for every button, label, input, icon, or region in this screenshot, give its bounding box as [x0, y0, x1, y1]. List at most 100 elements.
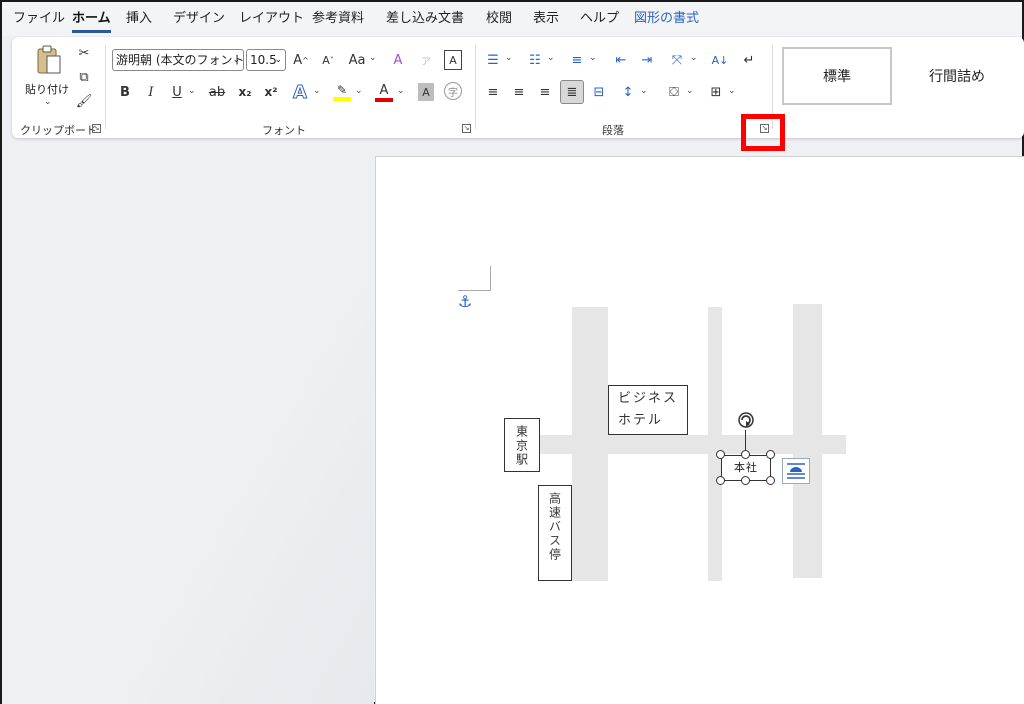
document-background — [2, 156, 374, 704]
chevron-down-icon: ⌄ — [232, 55, 240, 65]
font-color-letter: A — [379, 82, 389, 98]
resize-handle[interactable] — [716, 476, 725, 485]
group-separator — [105, 45, 106, 129]
align-center-icon[interactable]: ≡ — [510, 82, 528, 102]
sort-icon[interactable]: A↓ — [710, 50, 730, 70]
chevron-down-icon[interactable]: ⌄ — [728, 86, 736, 96]
resize-handle[interactable] — [741, 450, 750, 459]
chevron-down-icon[interactable]: ⌄ — [397, 86, 405, 96]
resize-handle[interactable] — [716, 450, 725, 459]
tab-mailings[interactable]: 差し込み文書 — [386, 11, 464, 33]
clipboard-dialog-launcher-icon[interactable]: ↘ — [92, 124, 101, 133]
tab-help[interactable]: ヘルプ — [580, 11, 619, 33]
margin-marker — [490, 266, 491, 291]
tab-layout[interactable]: レイアウト — [239, 11, 304, 33]
bold-icon[interactable]: B — [116, 82, 134, 102]
show-formatting-icon[interactable]: ↵ — [740, 50, 758, 70]
grow-font-icon[interactable]: A ^ — [292, 50, 310, 70]
shading-icon[interactable]: ⛋ — [664, 82, 684, 102]
paragraph-group-label: 段落 — [602, 124, 624, 137]
resize-handle[interactable] — [766, 450, 775, 459]
align-right-icon[interactable]: ≡ — [536, 82, 554, 102]
font-size-select[interactable]: 10.5 ⌄ — [246, 49, 286, 71]
tab-review[interactable]: 校閲 — [486, 11, 512, 33]
justify-icon[interactable]: ≣ — [560, 80, 584, 104]
text-effects-icon[interactable]: A — [290, 81, 310, 103]
decrease-indent-icon[interactable]: ⇤ — [612, 50, 630, 70]
rotate-handle-icon[interactable] — [736, 410, 756, 430]
character-border-icon[interactable]: A — [444, 50, 462, 70]
tab-shape-format[interactable]: 図形の書式 — [634, 11, 699, 33]
bullets-icon[interactable]: ☰ — [484, 50, 502, 70]
align-left-icon[interactable]: ≡ — [484, 82, 502, 102]
chevron-down-icon[interactable]: ⌄ — [589, 53, 597, 63]
paste-dropdown-icon[interactable]: ⌄ — [44, 97, 52, 107]
highlight-color-bar — [333, 97, 351, 101]
document-page[interactable] — [375, 156, 1024, 704]
hotel-label-line2: ホテル — [618, 413, 664, 428]
resize-handle[interactable] — [741, 476, 750, 485]
station-label: 東京駅 — [514, 425, 529, 467]
tab-home[interactable]: ホーム — [72, 11, 111, 33]
tab-file[interactable]: ファイル — [13, 11, 65, 33]
ribbon: 貼り付け ⌄ ✂ ⧉ 🖌 クリップボード ↘ 游明朝 (本文のフォント ⌄ 10.… — [12, 37, 1024, 138]
numbering-icon[interactable]: ☷ — [526, 50, 544, 70]
superscript-icon[interactable]: x² — [262, 82, 280, 102]
shrink-font-icon[interactable]: A ˅ — [319, 50, 337, 70]
style-no-spacing[interactable]: 行間詰め — [902, 47, 1012, 105]
font-color-icon[interactable]: A — [374, 81, 394, 103]
increase-indent-icon[interactable]: ⇥ — [638, 50, 656, 70]
tab-design[interactable]: デザイン — [173, 11, 225, 33]
tab-insert[interactable]: 挿入 — [126, 11, 152, 33]
cut-icon[interactable]: ✂ — [76, 45, 92, 61]
anchor-icon[interactable]: ⚓ — [458, 292, 472, 311]
layout-options-icon[interactable] — [782, 458, 810, 484]
chevron-down-icon[interactable]: ⌄ — [690, 53, 698, 63]
tab-references[interactable]: 参考資料 — [312, 11, 364, 33]
paragraph-launcher-highlight — [741, 114, 785, 151]
highlight-icon[interactable]: ✎ — [332, 81, 352, 103]
hotel-label-line1: ビジネス — [618, 391, 679, 406]
paste-icon[interactable] — [34, 43, 64, 77]
borders-icon[interactable]: ⊞ — [706, 82, 726, 102]
strikethrough-icon[interactable]: ab — [206, 82, 228, 102]
tab-view[interactable]: 表示 — [533, 11, 559, 33]
busstop-label-box[interactable]: 高速バス停 — [538, 485, 572, 581]
chevron-down-icon[interactable]: ⌄ — [369, 53, 377, 63]
format-painter-icon[interactable]: 🖌 — [76, 93, 93, 109]
clear-formatting-icon[interactable]: A — [388, 50, 408, 70]
group-separator — [475, 45, 476, 129]
italic-icon[interactable]: I — [142, 82, 160, 102]
font-name-select[interactable]: 游明朝 (本文のフォント ⌄ — [112, 49, 244, 71]
chevron-down-icon[interactable]: ⌄ — [313, 86, 321, 96]
chevron-down-icon[interactable]: ⌄ — [188, 86, 196, 96]
margin-marker — [458, 290, 491, 291]
busstop-label: 高速バス停 — [547, 492, 562, 562]
style-normal[interactable]: 標準 — [782, 47, 892, 105]
resize-handle[interactable] — [766, 476, 775, 485]
station-label-box[interactable]: 東京駅 — [504, 418, 540, 472]
character-shading-icon[interactable]: A — [418, 83, 434, 101]
enclose-characters-icon[interactable]: 字 — [444, 82, 462, 100]
font-group-label: フォント — [262, 124, 306, 137]
chevron-down-icon[interactable]: ⌄ — [640, 86, 648, 96]
subscript-icon[interactable]: x₂ — [236, 82, 254, 102]
ribbon-tab-bar: ファイル ホーム 挿入 デザイン レイアウト 参考資料 差し込み文書 校閲 表示… — [2, 2, 1022, 36]
hotel-label-box[interactable]: ビジネス ホテル — [608, 385, 688, 435]
underline-icon[interactable]: U — [168, 82, 186, 102]
copy-icon[interactable]: ⧉ — [76, 69, 92, 85]
character-spacing-icon[interactable]: ⤧ — [666, 50, 688, 70]
line-spacing-icon[interactable]: ↕ — [618, 82, 638, 102]
phonetic-guide-icon: ア — [421, 56, 431, 68]
chevron-down-icon[interactable]: ⌄ — [547, 53, 555, 63]
change-case-icon[interactable]: Aa — [346, 50, 368, 70]
clipboard-group-label: クリップボード — [20, 124, 97, 137]
chevron-down-icon[interactable]: ⌄ — [505, 53, 513, 63]
chevron-down-icon[interactable]: ⌄ — [686, 86, 694, 96]
map-road — [540, 435, 846, 454]
multilevel-list-icon[interactable]: ≡ — [568, 50, 586, 70]
distributed-icon[interactable]: ⊟ — [590, 82, 608, 102]
paste-button-label[interactable]: 貼り付け — [25, 81, 69, 97]
chevron-down-icon[interactable]: ⌄ — [355, 86, 363, 96]
font-dialog-launcher-icon[interactable]: ↘ — [462, 124, 471, 133]
